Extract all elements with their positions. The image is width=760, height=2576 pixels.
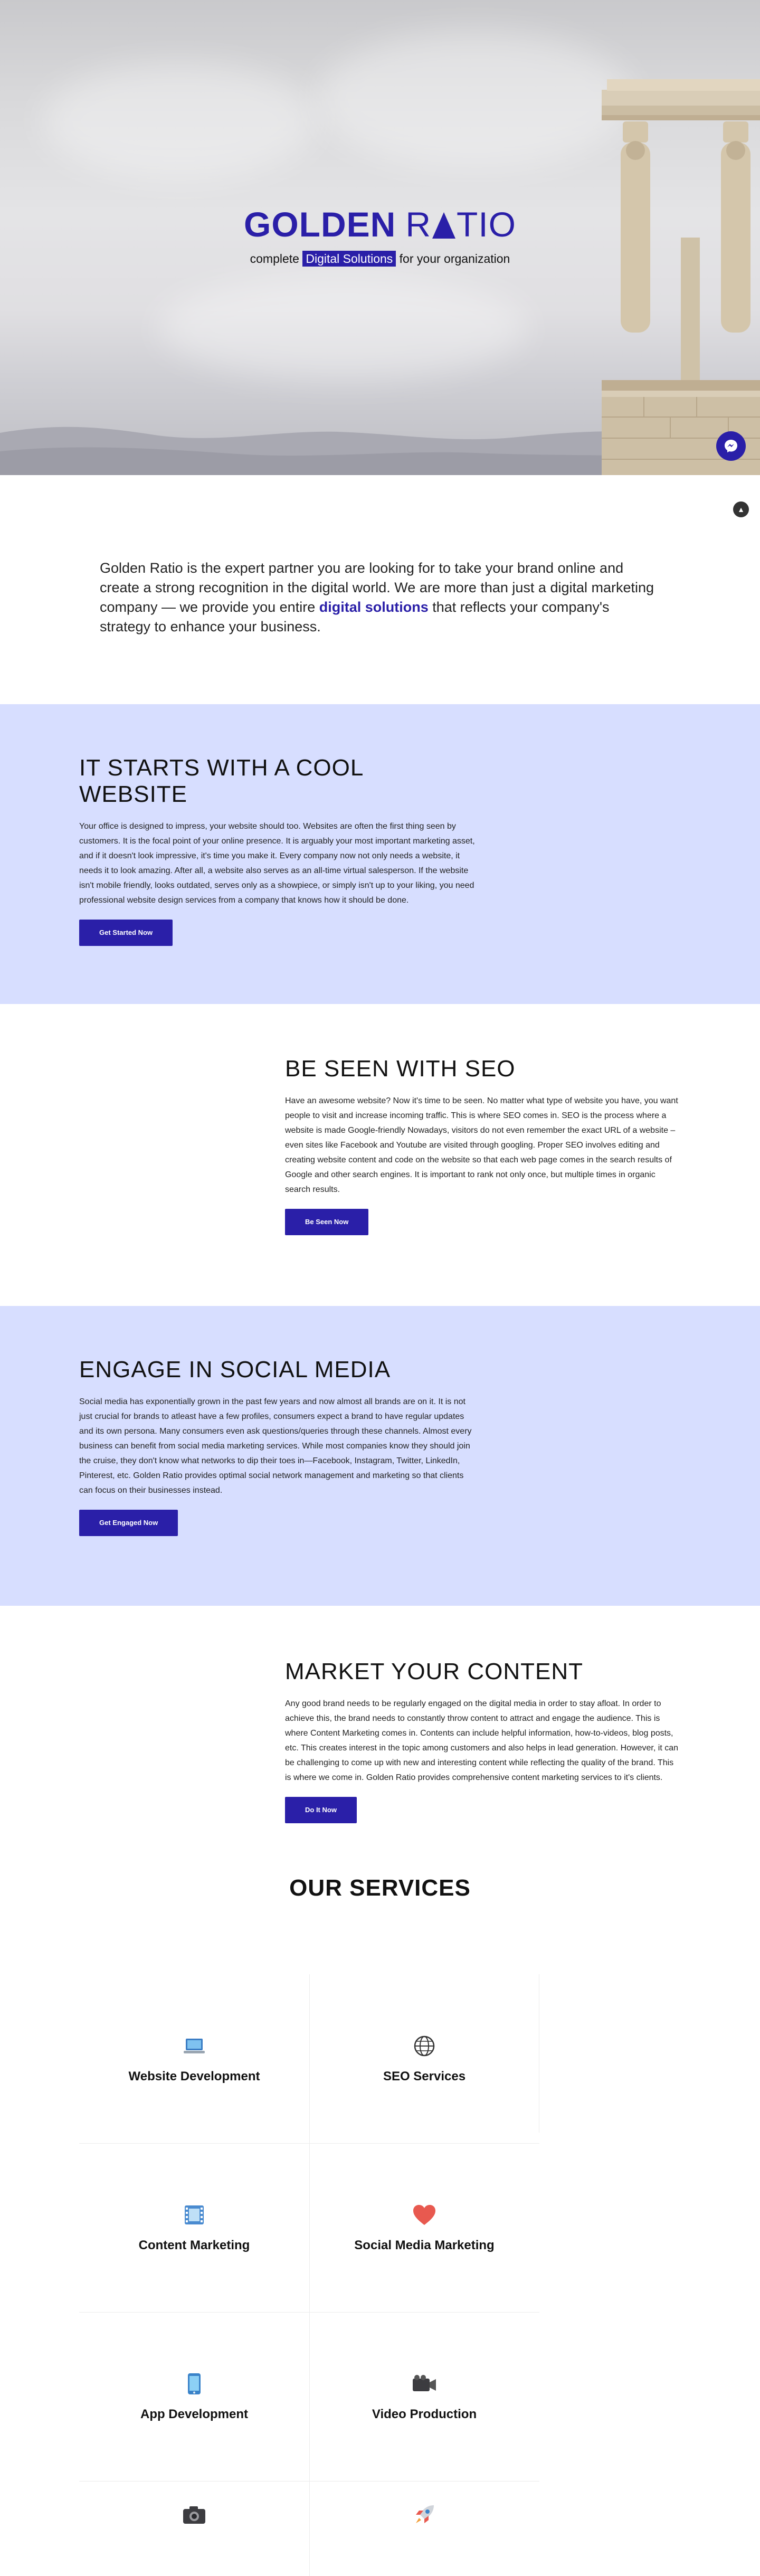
service-content-marketing[interactable]: Content Marketing [79,2143,309,2312]
messenger-chat-button[interactable] [716,431,746,461]
hero-brand: GOLDEN R TIO complete Digital Solutions f… [0,203,760,267]
service-seo[interactable]: SEO Services [309,1974,539,2143]
camera-icon [182,2502,207,2527]
service-label: Content Marketing [138,2238,250,2252]
scroll-to-top-button[interactable]: ▲ [733,501,749,517]
laptop-icon [182,2033,207,2059]
get-started-button[interactable]: Get Started Now [79,920,173,946]
rocket-icon [412,2502,437,2527]
service-app-development[interactable]: App Development [79,2312,309,2481]
do-it-now-button[interactable]: Do It Now [285,1797,357,1823]
temple-caryatids-image [602,79,760,475]
be-seen-button[interactable]: Be Seen Now [285,1209,369,1235]
social-section-title: ENGAGE IN SOCIAL MEDIA [79,1357,391,1382]
cloud-shape [42,63,317,179]
content-section: MARKET YOUR CONTENT Any good brand needs… [285,1659,681,1823]
service-label: Website Development [128,2069,260,2083]
seo-section: BE SEEN WITH SEO Have an awesome website… [285,1056,681,1235]
service-website-development[interactable]: Website Development [79,1974,309,2143]
social-section-body: Social media has exponentially grown in … [79,1397,472,1495]
service-video-production[interactable]: Video Production [309,2312,539,2481]
tagline-highlight: Digital Solutions [302,251,396,267]
intro-paragraph: Golden Ratio is the expert partner you a… [100,558,659,637]
service-photography[interactable] [79,2481,309,2576]
cloud-shape [317,32,633,169]
film-icon [182,2202,207,2228]
website-section-title: IT STARTS WITH A COOL WEBSITE [79,755,363,807]
logo-word-tio: TIO [457,205,516,244]
services-title: OUR SERVICES [289,1875,471,1901]
website-section-body: Your office is designed to impress, your… [79,822,475,905]
content-section-title: MARKET YOUR CONTENT [285,1659,583,1684]
services-grid: Website Development SEO Services Content… [79,1974,539,2576]
seo-section-body: Have an awesome website? Now it's time t… [285,1096,678,1194]
logo-triangle-icon [432,212,455,239]
tagline-prefix: complete [250,252,299,266]
service-launch[interactable] [309,2481,539,2576]
hero-tagline: complete Digital Solutions for your orga… [0,251,760,267]
service-label: Video Production [372,2407,477,2421]
chevron-up-icon: ▲ [737,505,745,514]
logo-letter-r: R [405,205,431,244]
tagline-suffix: for your organization [399,252,510,266]
hero-banner: GOLDEN R TIO complete Digital Solutions f… [0,0,760,475]
service-label: Social Media Marketing [354,2238,495,2252]
messenger-icon [725,440,737,452]
video-camera-icon [412,2371,437,2397]
get-engaged-button[interactable]: Get Engaged Now [79,1510,178,1536]
intro-emphasis-link[interactable]: digital solutions [319,599,429,615]
heart-icon [412,2202,437,2228]
website-section: IT STARTS WITH A COOL WEBSITE Your offic… [0,704,760,1004]
seo-section-title: BE SEEN WITH SEO [285,1056,516,1082]
service-label: SEO Services [383,2069,466,2083]
logo-word-golden: GOLDEN [243,205,396,244]
cloud-shape [158,274,528,380]
content-section-body: Any good brand needs to be regularly eng… [285,1699,678,1782]
social-media-section: ENGAGE IN SOCIAL MEDIA Social media has … [0,1306,760,1606]
service-social-media-marketing[interactable]: Social Media Marketing [309,2143,539,2312]
site-logo[interactable]: GOLDEN R TIO [244,203,516,245]
globe-icon [412,2033,437,2059]
service-label: App Development [140,2407,249,2421]
phone-icon [182,2371,207,2397]
